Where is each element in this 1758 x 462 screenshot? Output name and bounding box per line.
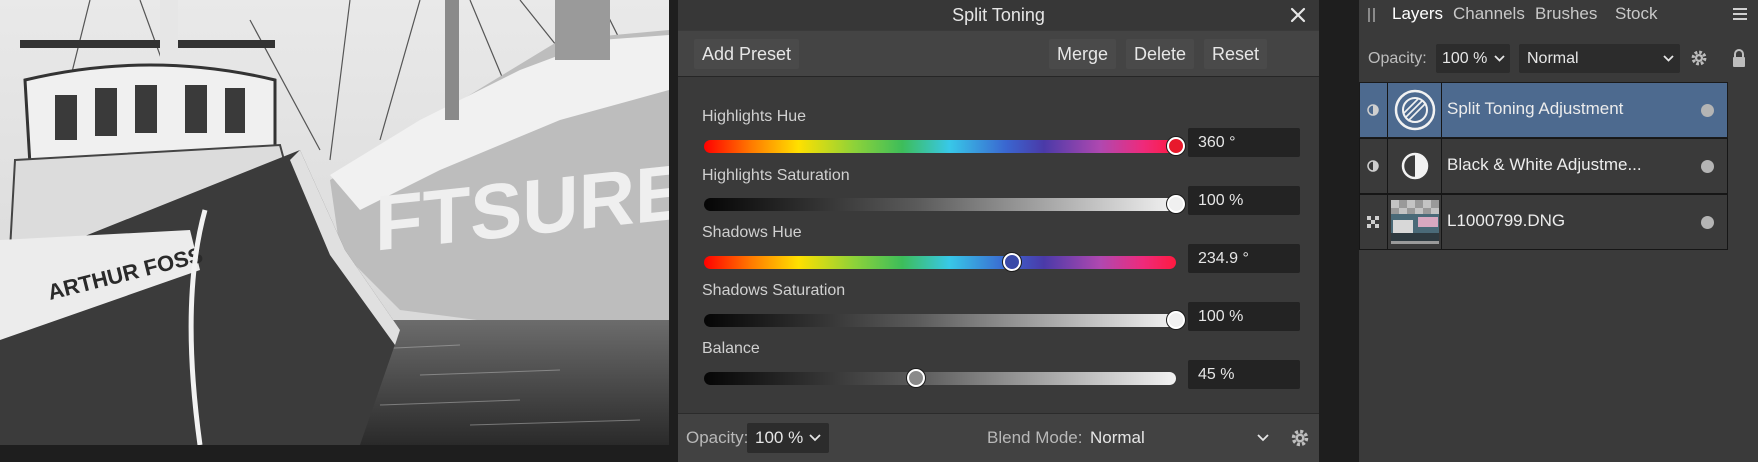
gear-icon[interactable] xyxy=(1690,49,1708,67)
balance-value[interactable]: 45 % xyxy=(1188,360,1300,389)
shadows-saturation-slider[interactable] xyxy=(704,314,1176,327)
panel-grip-icon[interactable] xyxy=(1367,8,1377,22)
layer-name: L1000799.DNG xyxy=(1447,211,1566,230)
blend-mode-value: Normal xyxy=(1090,428,1145,447)
layer-visibility-toggle[interactable] xyxy=(1701,216,1714,229)
tab-stock[interactable]: Stock xyxy=(1615,4,1658,24)
opacity-label: Opacity: xyxy=(686,428,749,447)
add-preset-button[interactable]: Add Preset xyxy=(694,39,800,69)
lock-icon[interactable] xyxy=(1731,48,1747,68)
layer-row[interactable]: Split Toning Adjustment xyxy=(1359,82,1728,138)
shadows-hue-value[interactable]: 234.9 ° xyxy=(1188,244,1300,273)
layers-panel: Layers Channels Brushes Stock Opacity: 1… xyxy=(1359,0,1758,462)
tab-brushes[interactable]: Brushes xyxy=(1535,4,1597,24)
layer-opacity-dropdown[interactable]: 100 % xyxy=(1436,44,1510,73)
shadows-hue-slider[interactable] xyxy=(704,256,1176,269)
balance-label: Balance xyxy=(702,340,760,357)
highlights-hue-label: Highlights Hue xyxy=(702,108,807,125)
chevron-down-icon xyxy=(1494,55,1505,62)
highlights-saturation-value[interactable]: 100 % xyxy=(1188,186,1300,215)
reset-button[interactable]: Reset xyxy=(1204,39,1268,69)
layer-name: Black & White Adjustme... xyxy=(1447,155,1642,174)
layer-blend-dropdown[interactable]: Normal xyxy=(1519,44,1680,73)
shadows-saturation-value[interactable]: 100 % xyxy=(1188,302,1300,331)
panel-menu-icon[interactable] xyxy=(1732,6,1748,22)
close-icon[interactable] xyxy=(1287,4,1309,26)
layer-name: Split Toning Adjustment xyxy=(1447,99,1624,118)
panel-tabs: Layers Channels Brushes Stock xyxy=(1359,0,1758,30)
layer-opacity-value: 100 % xyxy=(1442,50,1488,67)
tab-channels[interactable]: Channels xyxy=(1453,4,1525,24)
highlights-saturation-handle[interactable] xyxy=(1167,195,1185,213)
dialog-toolbar: Add Preset Merge Delete Reset xyxy=(678,31,1319,77)
highlights-saturation-label: Highlights Saturation xyxy=(702,167,850,184)
opacity-value: 100 % xyxy=(755,428,804,447)
chevron-down-icon xyxy=(1257,434,1269,442)
split-toning-dialog: Split Toning Add Preset Merge Delete Res… xyxy=(678,0,1319,462)
document-canvas[interactable]: FTSURE ARTHUR FOSS xyxy=(0,0,669,445)
dialog-title: Split Toning xyxy=(678,0,1319,30)
layer-opacity-label: Opacity: xyxy=(1368,50,1427,67)
layer-options-bar: Opacity: 100 % Normal xyxy=(1359,42,1758,76)
delete-button[interactable]: Delete xyxy=(1126,39,1195,69)
shadows-saturation-label: Shadows Saturation xyxy=(702,282,846,299)
layer-visibility-toggle[interactable] xyxy=(1701,104,1714,117)
balance-slider[interactable] xyxy=(704,372,1176,385)
chevron-down-icon xyxy=(809,434,821,442)
layer-row[interactable]: Black & White Adjustme... xyxy=(1359,138,1728,194)
layer-row[interactable]: L1000799.DNG xyxy=(1359,194,1728,250)
blend-mode-label: Blend Mode: xyxy=(987,428,1083,447)
gear-icon[interactable] xyxy=(1290,428,1310,448)
shadows-saturation-handle[interactable] xyxy=(1167,311,1185,329)
opacity-dropdown[interactable]: 100 % xyxy=(747,423,829,453)
layer-visibility-toggle[interactable] xyxy=(1701,160,1714,173)
blend-mode-dropdown[interactable]: Normal xyxy=(1090,423,1275,453)
highlights-hue-handle[interactable] xyxy=(1167,137,1185,155)
adjustment-layer-icon[interactable] xyxy=(1360,83,1388,137)
pixel-layer-icon[interactable] xyxy=(1360,195,1388,249)
chevron-down-icon xyxy=(1663,55,1674,62)
photo-image: FTSURE ARTHUR FOSS xyxy=(0,0,669,445)
shadows-hue-handle[interactable] xyxy=(1002,253,1021,271)
merge-button[interactable]: Merge xyxy=(1049,39,1117,69)
black-white-icon xyxy=(1388,139,1442,193)
image-thumbnail xyxy=(1388,195,1442,249)
dialog-sliders: Highlights Hue 360 ° Highlights Saturati… xyxy=(678,78,1319,413)
highlights-hue-slider[interactable] xyxy=(704,140,1176,153)
split-toning-icon xyxy=(1388,83,1442,137)
layer-blend-value: Normal xyxy=(1527,50,1579,67)
highlights-saturation-slider[interactable] xyxy=(704,198,1176,211)
tab-layers[interactable]: Layers xyxy=(1392,4,1443,24)
adjustment-layer-icon[interactable] xyxy=(1360,139,1388,193)
highlights-hue-value[interactable]: 360 ° xyxy=(1188,128,1300,157)
dialog-footer: Opacity: 100 % Blend Mode: Normal xyxy=(678,413,1319,462)
shadows-hue-label: Shadows Hue xyxy=(702,224,802,241)
